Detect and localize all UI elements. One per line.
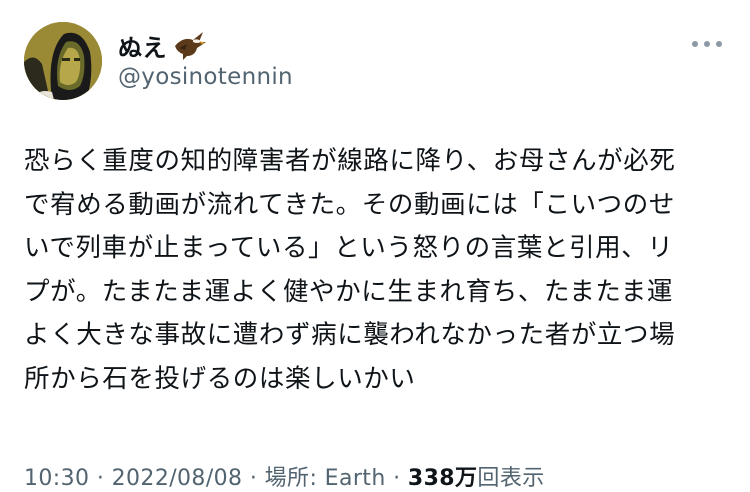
display-name[interactable]: ぬえ: [118, 28, 167, 63]
tweet-location: 場所: Earth: [264, 466, 386, 491]
views-count: 338万: [407, 466, 478, 491]
tweet-metadata: 10:30 · 2022/08/08 · 場所: Earth · 338万回表示: [24, 460, 545, 492]
author-block: ぬえ @yosinotennin: [118, 28, 293, 90]
tweet-time[interactable]: 10:30: [24, 466, 89, 491]
tweet-date[interactable]: 2022/08/08: [112, 466, 243, 491]
display-name-row: ぬえ: [118, 28, 293, 62]
tweet-text-line: 所から石を投げるのは楽しいかい: [24, 363, 416, 394]
meta-separator: ·: [393, 466, 401, 491]
masked-face-avatar-icon: [24, 22, 102, 100]
meta-separator: ·: [96, 466, 105, 491]
tweet-text: 恐らく重度の知的障害者が線路に降り、お母さんが必死 で宥める動画が流れてきた。そ…: [24, 140, 730, 401]
more-horizontal-icon: [692, 41, 698, 47]
tweet-text-line: いで列車が止まっている」という怒りの言葉と引用、リ: [24, 233, 674, 263]
more-horizontal-icon: [704, 41, 710, 47]
tweet-text-line: 恐らく重度の知的障害者が線路に降り、お母さんが必死: [24, 146, 676, 176]
more-options-button[interactable]: [692, 34, 722, 54]
views-label: 回表示: [477, 466, 545, 491]
handle[interactable]: @yosinotennin: [118, 64, 293, 90]
more-horizontal-icon: [716, 41, 722, 47]
tweet-header: ぬえ @yosinotennin: [24, 22, 726, 102]
eagle-emoji-icon: [175, 32, 206, 60]
meta-separator: ·: [249, 466, 258, 491]
avatar[interactable]: [24, 22, 102, 100]
tweet-text-line: プが。たまたま運よく健やかに生まれ育ち、たまたま運: [24, 276, 673, 307]
tweet-text-line: で宥める動画が流れてきた。その動画には「こいつのせ: [24, 189, 675, 220]
tweet-text-line: よく大きな事故に遭わず病に襲われなかった者が立つ場: [24, 320, 676, 350]
